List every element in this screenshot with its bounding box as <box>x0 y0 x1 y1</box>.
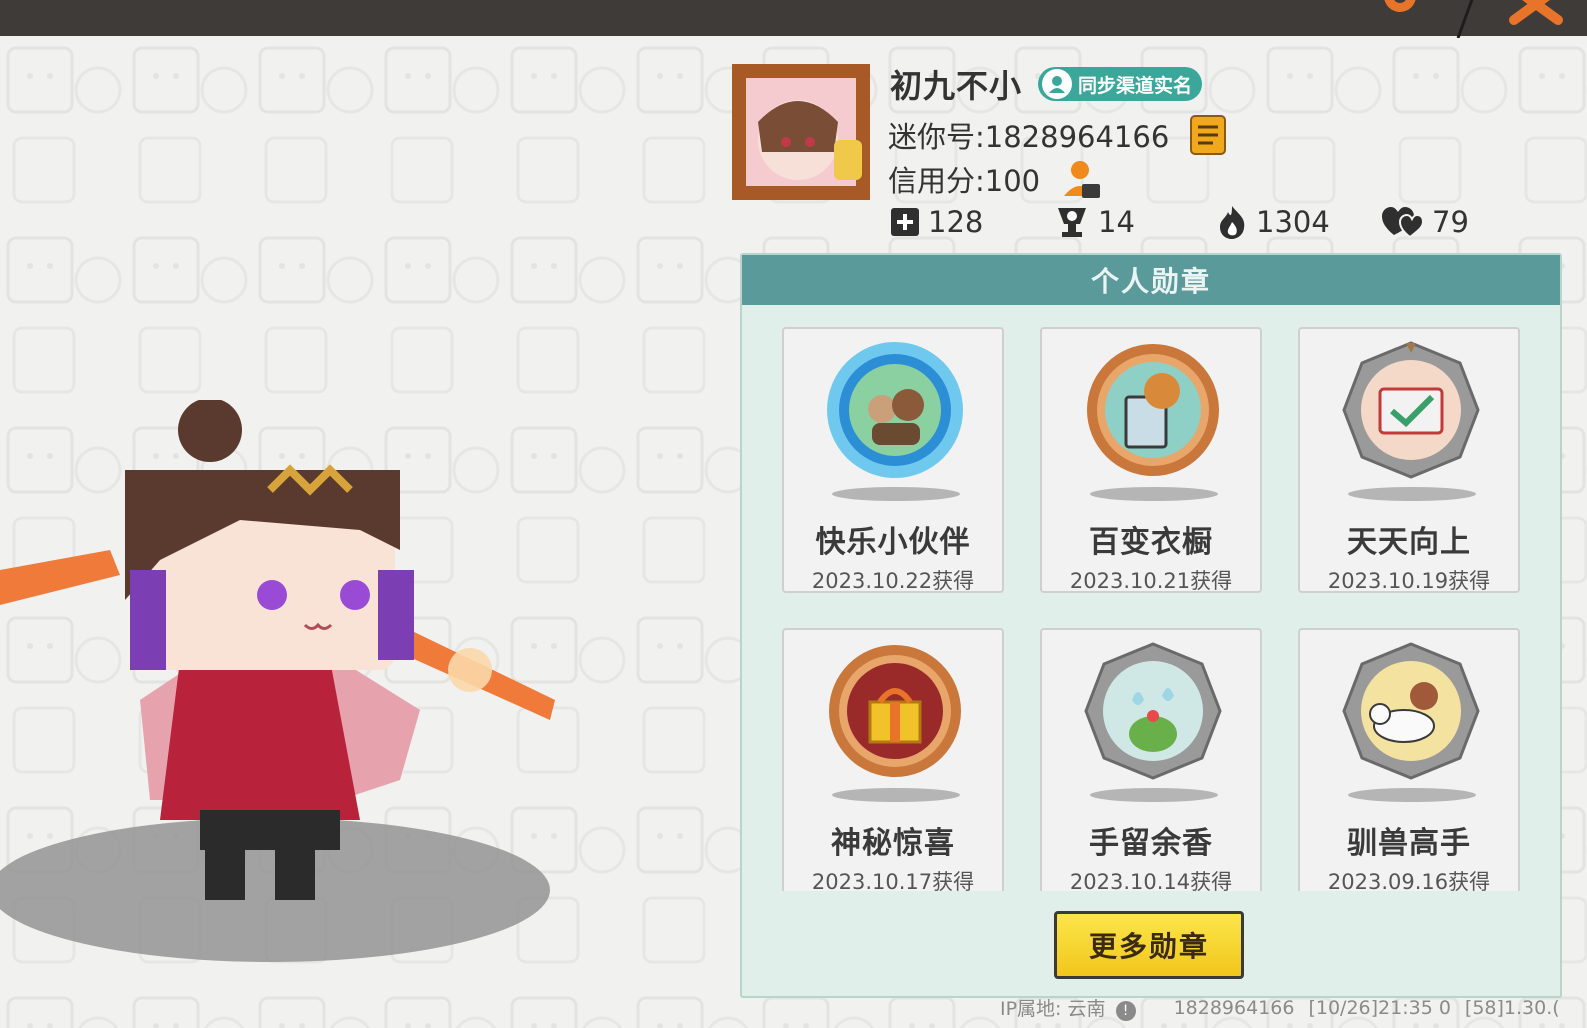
stat-trophies[interactable]: 14 <box>1054 204 1216 240</box>
medal-card[interactable]: 快乐小伙伴 2023.10.22获得 <box>782 327 1004 593</box>
medal-daily-progress-icon <box>1342 341 1480 479</box>
footer-timestamp: [10/26]21:35 0 <box>1308 996 1451 1019</box>
flame-icon <box>1220 206 1245 239</box>
medal-date: 2023.10.22获得 <box>811 569 975 593</box>
stat-value: 128 <box>928 205 984 239</box>
medal-mystery-surprise-icon <box>829 645 961 777</box>
medal-shadow <box>832 788 960 802</box>
medal-title: 天天向上 <box>1347 525 1471 560</box>
medal-title: 手留余香 <box>1089 826 1213 861</box>
footer-uid: 1828964166 <box>1173 996 1295 1019</box>
medal-card[interactable]: 天天向上 2023.10.19获得 <box>1298 327 1520 593</box>
ip-location: IP属地: 云南 ! <box>1000 994 1136 1021</box>
more-medals-button[interactable]: 更多勋章 <box>1054 911 1244 979</box>
medal-title: 百变衣橱 <box>1089 525 1213 560</box>
stat-following[interactable]: 128 <box>890 204 1054 240</box>
medal-wardrobe-icon <box>1087 344 1219 476</box>
stat-popularity[interactable]: 1304 <box>1216 204 1380 240</box>
medal-date: 2023.10.19获得 <box>1327 569 1491 593</box>
medal-shadow <box>832 487 960 501</box>
medal-card[interactable]: 百变衣橱 2023.10.21获得 <box>1040 327 1262 593</box>
hearts-icon <box>1382 207 1424 239</box>
info-icon[interactable]: ! <box>1115 1001 1136 1021</box>
settings-gear-icon[interactable] <box>1378 0 1422 22</box>
top-bar <box>0 0 1587 38</box>
stat-value: 79 <box>1432 205 1469 239</box>
realname-badge-label: 同步渠道实名 <box>1078 74 1193 97</box>
medal-card[interactable]: 手留余香 2023.10.14获得 <box>1040 628 1262 891</box>
realname-badge[interactable]: 同步渠道实名 <box>1038 67 1203 101</box>
profile-section: 初九不小 同步渠道实名 迷你号:1828964166 信用分:100 128 1… <box>730 58 1587 258</box>
avatar[interactable] <box>730 60 876 204</box>
medal-card[interactable]: 神秘惊喜 2023.10.17获得 <box>782 628 1004 891</box>
medal-title: 神秘惊喜 <box>831 826 955 861</box>
stat-value: 1304 <box>1256 205 1330 239</box>
medal-title: 驯兽高手 <box>1347 826 1471 861</box>
close-icon[interactable] <box>1508 0 1564 32</box>
nickname: 初九不小 <box>890 67 1023 105</box>
medal-date: 2023.10.14获得 <box>1069 870 1233 891</box>
medal-title: 快乐小伙伴 <box>815 525 971 560</box>
footer-version: [58]1.30.( <box>1464 996 1560 1019</box>
medal-grid: 快乐小伙伴 2023.10.22获得 百变衣橱 2023.10.21获得 天天向… <box>742 305 1560 891</box>
medal-date: 2023.09.16获得 <box>1327 870 1491 891</box>
medal-panel-header: 个人勋章 <box>742 255 1560 305</box>
stat-value: 14 <box>1098 205 1135 239</box>
medal-shadow <box>1348 788 1476 802</box>
ip-location-text: IP属地: 云南 <box>1000 998 1106 1020</box>
footer-info: IP属地: 云南 ! 1828964166 [10/26]21:35 0 [58… <box>1000 994 1560 1021</box>
player-character-model <box>0 400 555 962</box>
medal-shadow <box>1090 487 1218 501</box>
medal-lingering-fragrance-icon <box>1084 642 1222 780</box>
medal-date: 2023.10.17获得 <box>811 870 975 891</box>
stats-row: 128 14 1304 79 <box>890 204 1469 240</box>
trophy-icon <box>1058 208 1086 237</box>
stat-likes[interactable]: 79 <box>1380 204 1469 240</box>
credit-score: 信用分:100 <box>888 164 1041 198</box>
medal-panel: 个人勋章 快乐小伙伴 2023.10.22获得 百变衣橱 2023.10.21获… <box>740 253 1562 998</box>
divider-slash-icon <box>1456 0 1474 38</box>
medal-date: 2023.10.21获得 <box>1069 569 1233 593</box>
medal-shadow <box>1090 788 1218 802</box>
medal-happy-buddy-icon <box>827 342 963 478</box>
mini-id: 迷你号:1828964166 <box>888 120 1170 154</box>
medal-shadow <box>1348 487 1476 501</box>
credit-profile-icon[interactable] <box>1060 158 1102 200</box>
medal-beast-tamer-icon <box>1342 642 1480 780</box>
copy-id-icon[interactable] <box>1189 114 1227 156</box>
medal-card[interactable]: 驯兽高手 2023.09.16获得 <box>1298 628 1520 891</box>
plus-square-icon <box>891 208 919 236</box>
user-verified-icon <box>1042 69 1073 99</box>
